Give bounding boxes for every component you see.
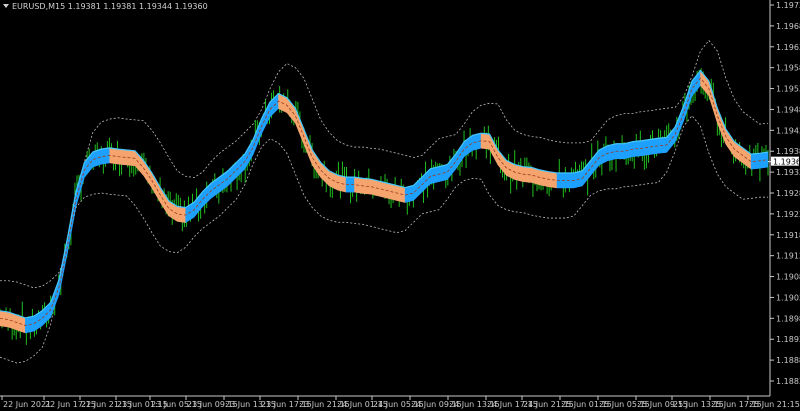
- price-tick-label: 1.18985: [776, 314, 800, 323]
- price-tick-label: 1.19635: [776, 43, 800, 52]
- chart-background: [0, 0, 800, 411]
- price-tick-label: 1.19585: [776, 64, 800, 73]
- price-tick-label: 1.19285: [776, 189, 800, 198]
- price-tick-label: 1.18835: [776, 377, 800, 386]
- chart-symbol-title: EURUSD,M15 1.19381 1.19381 1.19344 1.193…: [12, 2, 208, 11]
- trend-band-segment: [472, 132, 482, 151]
- trend-band-segment: [371, 178, 381, 197]
- time-tick-label: 25 Jun 21:15: [749, 400, 800, 409]
- price-tick-label: 1.19185: [776, 231, 800, 240]
- price-tick-label: 1.18935: [776, 335, 800, 344]
- price-tick-label: 1.18885: [776, 356, 800, 365]
- price-tick-label: 1.19335: [776, 168, 800, 177]
- trend-band-segment: [649, 137, 659, 155]
- price-tick-label: 1.19685: [776, 22, 800, 31]
- price-tick-label: 1.19135: [776, 252, 800, 261]
- price-tick-label: 1.19435: [776, 126, 800, 135]
- trend-band-segment: [379, 180, 389, 199]
- trend-band-segment: [0, 310, 9, 328]
- trend-band-segment: [404, 185, 414, 203]
- price-tick-label: 1.19385: [776, 147, 800, 156]
- price-chart[interactable]: 1.19735 1.19685 1.19635 1.19585 1.19535 1.194…: [0, 0, 800, 411]
- current-price-label: 1.19360: [773, 158, 800, 167]
- price-tick-label: 1.19485: [776, 105, 800, 114]
- trend-band-segment: [624, 141, 634, 160]
- current-price-marker: 1.19360: [771, 156, 800, 167]
- price-tick-label: 1.19035: [776, 293, 800, 302]
- price-tick-label: 1.19735: [776, 1, 800, 10]
- price-tick-label: 1.19235: [776, 210, 800, 219]
- price-tick-label: 1.19535: [776, 85, 800, 94]
- time-tick-label: 22 Jun 2021: [3, 400, 51, 409]
- price-tick-label: 1.19085: [776, 273, 800, 282]
